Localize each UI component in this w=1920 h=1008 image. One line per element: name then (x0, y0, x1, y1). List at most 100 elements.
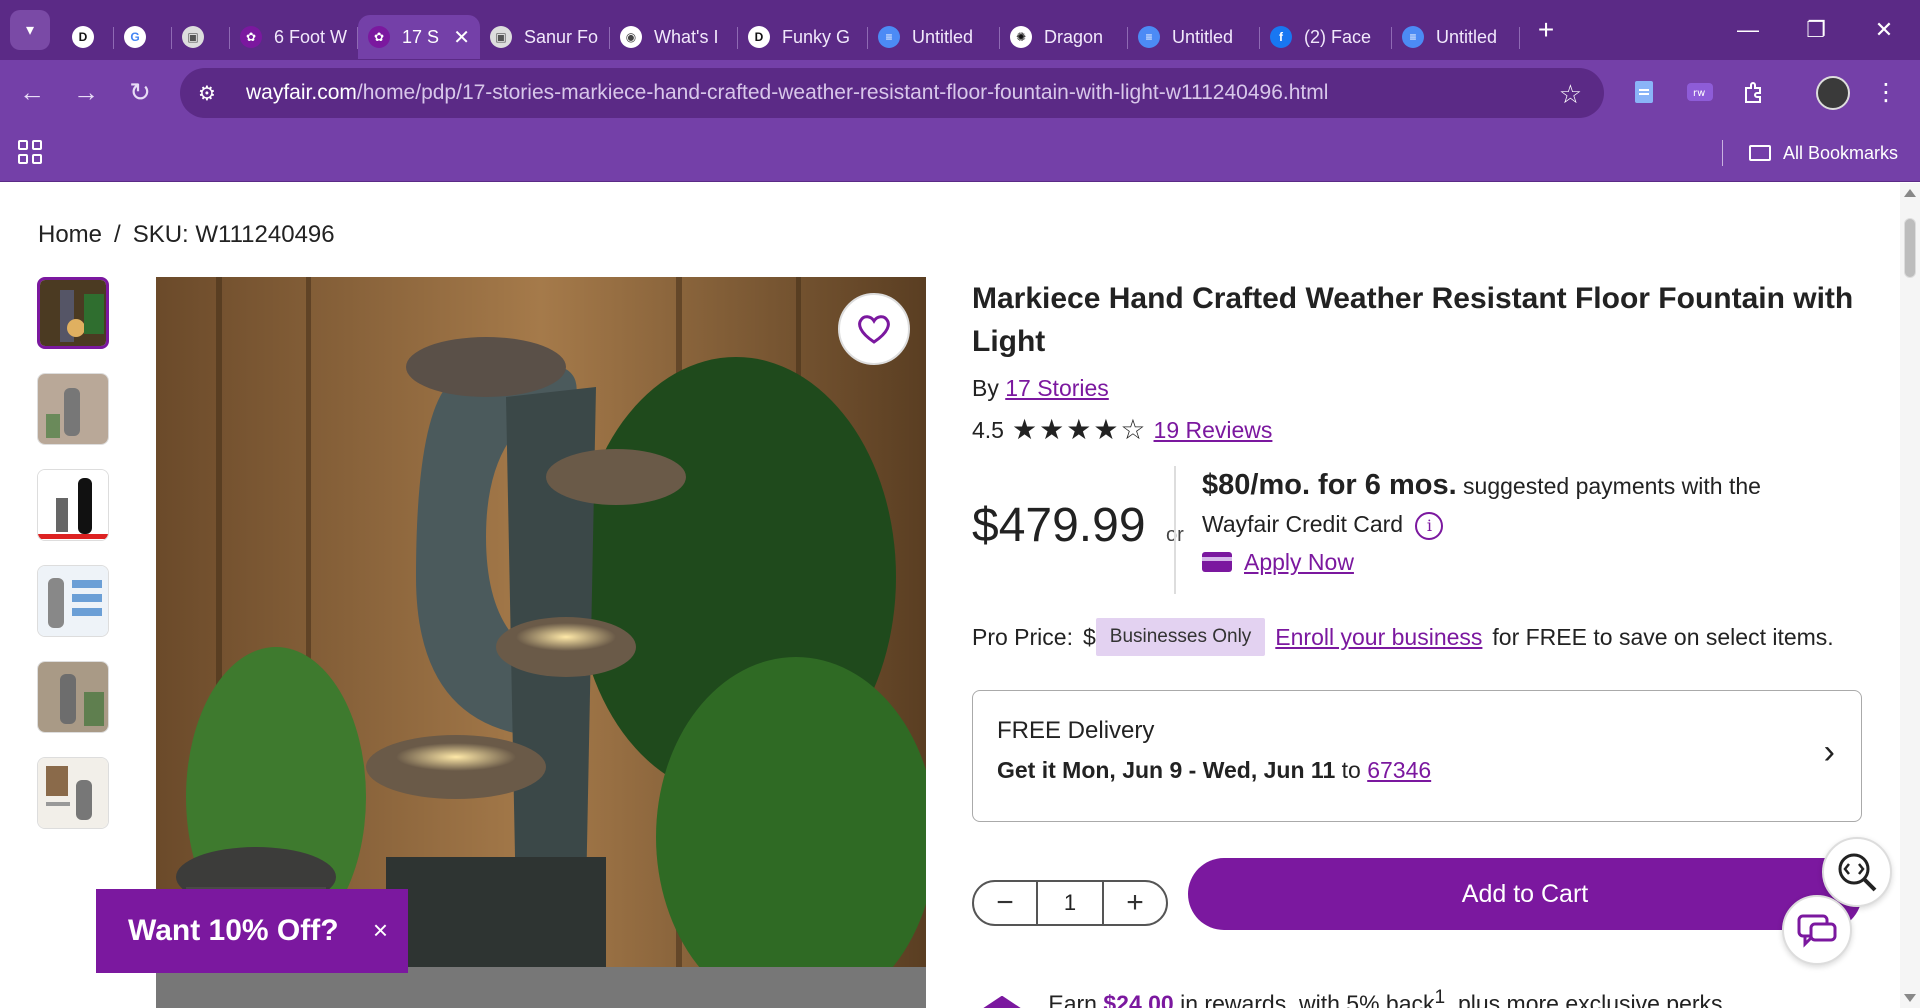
tab-search-button[interactable]: ▾ (10, 10, 50, 50)
browser-tab[interactable]: ✺ Dragon (1000, 15, 1128, 59)
tab-title: Sanur Fo (524, 26, 599, 47)
minimize-button[interactable]: — (1728, 10, 1768, 50)
scroll-up-icon[interactable] (1904, 189, 1916, 197)
product-price: $479.99 (972, 499, 1146, 552)
delivery-dates-row: Get it Mon, Jun 9 - Wed, Jun 11 to 67346 (997, 757, 1837, 784)
add-to-cart-button[interactable]: Add to Cart (1188, 858, 1862, 930)
thumbnail-1[interactable] (37, 277, 109, 349)
star-full-icon: ★ (1039, 414, 1065, 445)
enroll-business-link[interactable]: Enroll your business (1275, 624, 1482, 651)
reviews-link[interactable]: 19 Reviews (1154, 417, 1273, 444)
star-half-icon: ☆ (1120, 414, 1146, 445)
pro-price-label: Pro Price: (972, 623, 1073, 650)
financing-info: $80/mo. for 6 mos. suggested payments wi… (1202, 466, 1842, 581)
thumbnail-6[interactable] (37, 757, 109, 829)
delivery-box[interactable]: FREE Delivery Get it Mon, Jun 9 - Wed, J… (972, 690, 1862, 822)
new-tab-button[interactable]: + (1526, 10, 1566, 50)
delivery-dates: Mon, Jun 9 - Wed, Jun 11 (1062, 757, 1336, 783)
apps-grid-icon[interactable] (18, 140, 42, 164)
favorite-button[interactable] (838, 293, 910, 365)
brand-link[interactable]: 17 Stories (1005, 375, 1109, 401)
close-tab-icon[interactable]: ✕ (453, 25, 470, 50)
tab-title: Dragon (1044, 26, 1104, 47)
promo-close-button[interactable]: × (373, 915, 388, 946)
delivery-title: FREE Delivery (997, 717, 1155, 744)
browser-tab[interactable]: D Funky G (738, 15, 868, 59)
browser-tab[interactable]: ▣ Sanur Fo (480, 15, 610, 59)
thumbnail-4[interactable] (37, 565, 109, 637)
delivery-prefix: Get it (997, 757, 1056, 783)
promo-text: Want 10% Off? (128, 914, 339, 947)
increase-quantity-button[interactable]: + (1104, 886, 1166, 920)
promo-banner[interactable]: Want 10% Off? × (96, 889, 408, 973)
zip-link[interactable]: 67346 (1367, 757, 1431, 783)
bookmarks-divider (1721, 140, 1723, 166)
browser-tab[interactable]: ≡ Untitled (868, 15, 1000, 59)
page-scrollbar[interactable] (1900, 183, 1920, 1008)
browser-tab[interactable]: ≡ Untitled (1392, 15, 1520, 59)
restore-button[interactable]: ❐ (1796, 10, 1836, 50)
browser-tab[interactable]: ≡ Untitled (1128, 15, 1260, 59)
breadcrumb-separator: / (114, 221, 121, 248)
browser-toolbar: ← → ↻ ⚙ wayfair.com/home/pdp/17-stories-… (0, 60, 1920, 126)
apply-now-row: Apply Now (1202, 543, 1842, 581)
wayfair-icon: ✿ (240, 26, 262, 48)
url-domain: wayfair.com (246, 81, 357, 104)
bookmarks-bar: All Bookmarks (0, 126, 1920, 182)
product-byline: By 17 Stories (972, 375, 1862, 402)
close-window-button[interactable]: ✕ (1864, 10, 1904, 50)
browser-tab[interactable]: ✿ 17 S ✕ (358, 15, 480, 59)
star-full-icon: ★ (1093, 414, 1119, 445)
cart-row: − 1 + Add to Cart (972, 858, 1862, 938)
browser-tab[interactable]: f (2) Face (1260, 15, 1392, 59)
forward-button[interactable]: → (68, 74, 104, 110)
profile-avatar[interactable] (1816, 76, 1850, 110)
scroll-down-icon[interactable] (1904, 994, 1916, 1002)
rewards-amount: $24.00 (1103, 990, 1174, 1008)
rewards-suffix: in rewards, with 5% back (1180, 990, 1435, 1008)
site-info-icon[interactable]: ⚙ (198, 81, 228, 106)
tab-title: (2) Face (1304, 26, 1372, 47)
bookmark-star-icon[interactable]: ☆ (1559, 79, 1582, 110)
scroll-thumb[interactable] (1904, 218, 1916, 278)
tab-title: Untitled (912, 26, 974, 47)
wayfair-icon: ✿ (368, 26, 390, 48)
price-box: $479.99 or $80/mo. for 6 mos. suggested … (972, 466, 1862, 598)
reload-button[interactable]: ↻ (122, 74, 158, 110)
breadcrumb-home[interactable]: Home (38, 221, 102, 249)
docs-extension-icon[interactable] (1628, 76, 1660, 108)
facebook-icon: f (1270, 26, 1292, 48)
rw-extension-icon[interactable]: rw (1684, 76, 1716, 108)
enroll-suffix: for FREE to save on select items. (1492, 623, 1834, 650)
browser-tab[interactable]: ✿ 6 Foot W (230, 15, 358, 59)
rewards-logo-icon (972, 995, 1032, 1008)
url-path: /home/pdp/17-stories-markiece-hand-craft… (356, 81, 1329, 104)
delivery-to: to (1341, 757, 1361, 783)
kebab-menu-icon[interactable]: ⋮ (1870, 76, 1902, 108)
price-divider (1174, 466, 1176, 594)
quantity-value[interactable]: 1 (1036, 881, 1104, 925)
pro-price-row: Pro Price: $ Businesses Only Enroll your… (972, 618, 1862, 656)
extensions-puzzle-icon[interactable] (1738, 76, 1770, 108)
decrease-quantity-button[interactable]: − (974, 886, 1036, 920)
image-icon: ▣ (490, 26, 512, 48)
chat-button[interactable] (1782, 895, 1852, 965)
browser-tab[interactable]: G (114, 15, 172, 59)
back-button[interactable]: ← (14, 74, 50, 110)
browser-tab[interactable]: ▣ (172, 15, 230, 59)
info-icon[interactable]: i (1415, 511, 1444, 540)
all-bookmarks-button[interactable]: All Bookmarks (1721, 140, 1898, 166)
browser-tab[interactable]: D (62, 15, 114, 59)
docs-icon: ≡ (878, 26, 900, 48)
image-icon: ▣ (182, 26, 204, 48)
thumbnail-5[interactable] (37, 661, 109, 733)
thumbnail-3[interactable] (37, 469, 109, 541)
thumbnail-2[interactable] (37, 373, 109, 445)
d-logo-icon: D (72, 26, 94, 48)
apply-now-link[interactable]: Apply Now (1244, 543, 1354, 581)
browser-tab[interactable]: ◉ What's I (610, 15, 738, 59)
address-bar[interactable]: ⚙ wayfair.com/home/pdp/17-stories-markie… (180, 68, 1604, 118)
product-title: Markiece Hand Crafted Weather Resistant … (972, 282, 1854, 358)
visual-search-button[interactable] (1822, 837, 1892, 907)
credit-card-icon (1202, 552, 1232, 572)
